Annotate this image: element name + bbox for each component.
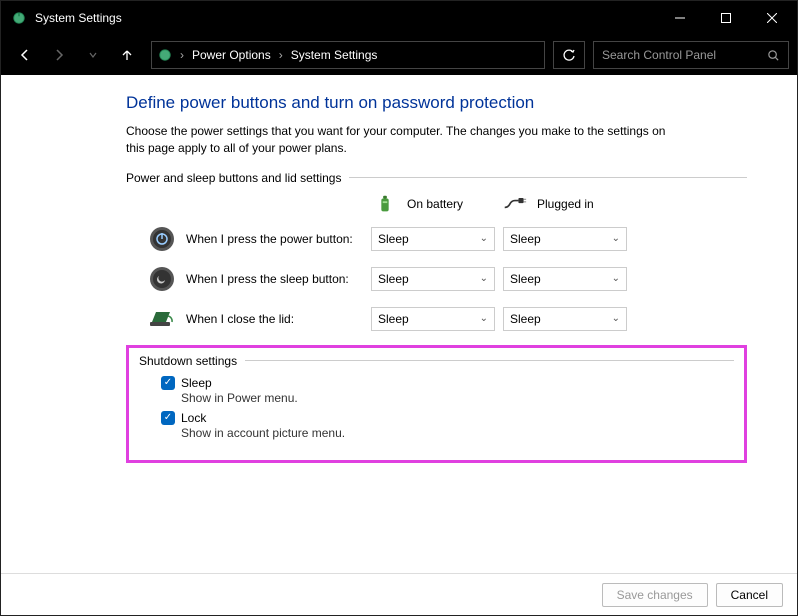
row-power-button: When I press the power button: Sleep⌄ Sl… <box>126 225 747 253</box>
combo-power-battery[interactable]: Sleep⌄ <box>371 227 495 251</box>
minimize-button[interactable] <box>657 1 703 35</box>
battery-icon <box>371 193 399 215</box>
row-close-lid: When I close the lid: Sleep⌄ Sleep⌄ <box>126 305 747 333</box>
page-description: Choose the power settings that you want … <box>126 123 686 157</box>
checkbox-label: Sleep <box>181 376 212 390</box>
maximize-button[interactable] <box>703 1 749 35</box>
check-row-sleep: ✓ Sleep Show in Power menu. <box>161 376 734 405</box>
nav-back-button[interactable] <box>9 40 41 70</box>
chevron-down-icon: ⌄ <box>480 233 488 244</box>
close-button[interactable] <box>749 1 795 35</box>
chevron-down-icon: ⌄ <box>612 313 620 324</box>
window-title: System Settings <box>35 11 122 25</box>
checkbox-desc: Show in Power menu. <box>181 391 734 405</box>
shutdown-settings-highlight: Shutdown settings ✓ Sleep Show in Power … <box>126 345 747 463</box>
breadcrumb-system-settings[interactable]: System Settings <box>291 48 378 62</box>
window-controls <box>657 1 795 35</box>
check-row-lock: ✓ Lock Show in account picture menu. <box>161 411 734 440</box>
breadcrumb-power-options[interactable]: Power Options <box>192 48 271 62</box>
section-shutdown-heading: Shutdown settings <box>139 354 734 368</box>
chevron-right-icon: › <box>174 48 190 62</box>
content-area: Define power buttons and turn on passwor… <box>1 75 797 573</box>
nav-up-button[interactable] <box>111 40 143 70</box>
search-input[interactable]: Search Control Panel <box>593 41 789 69</box>
page-title: Define power buttons and turn on passwor… <box>126 93 747 113</box>
column-headers: On battery Plugged in <box>371 193 747 215</box>
checkbox-lock[interactable]: ✓ <box>161 411 175 425</box>
titlebar: System Settings <box>1 1 797 35</box>
breadcrumb[interactable]: › Power Options › System Settings <box>151 41 545 69</box>
chevron-down-icon: ⌄ <box>612 233 620 244</box>
row-label: When I close the lid: <box>186 312 371 326</box>
row-label: When I press the power button: <box>186 232 371 246</box>
search-placeholder: Search Control Panel <box>602 48 767 62</box>
combo-sleep-plugged[interactable]: Sleep⌄ <box>503 267 627 291</box>
search-icon <box>767 49 780 62</box>
chevron-right-icon: › <box>273 48 289 62</box>
combo-lid-plugged[interactable]: Sleep⌄ <box>503 307 627 331</box>
row-sleep-button: When I press the sleep button: Sleep⌄ Sl… <box>126 265 747 293</box>
checkbox-label: Lock <box>181 411 206 425</box>
chevron-down-icon: ⌄ <box>612 273 620 284</box>
save-changes-button[interactable]: Save changes <box>602 583 708 607</box>
section-power-buttons-heading: Power and sleep buttons and lid settings <box>126 171 747 185</box>
combo-sleep-battery[interactable]: Sleep⌄ <box>371 267 495 291</box>
breadcrumb-icon <box>158 48 172 62</box>
cancel-button[interactable]: Cancel <box>716 583 783 607</box>
refresh-button[interactable] <box>553 41 585 69</box>
row-label: When I press the sleep button: <box>186 272 371 286</box>
sleep-button-icon <box>148 265 176 293</box>
chevron-down-icon: ⌄ <box>480 273 488 284</box>
nav-forward-button[interactable] <box>43 40 75 70</box>
chevron-down-icon: ⌄ <box>480 313 488 324</box>
footer: Save changes Cancel <box>1 573 797 615</box>
checkbox-sleep[interactable]: ✓ <box>161 376 175 390</box>
column-on-battery: On battery <box>371 193 501 215</box>
nav-recent-button[interactable] <box>77 40 109 70</box>
app-icon <box>11 10 27 26</box>
nav-bar: › Power Options › System Settings Search… <box>1 35 797 75</box>
power-button-icon <box>148 225 176 253</box>
combo-lid-battery[interactable]: Sleep⌄ <box>371 307 495 331</box>
laptop-lid-icon <box>148 305 176 333</box>
combo-power-plugged[interactable]: Sleep⌄ <box>503 227 627 251</box>
plug-icon <box>501 193 529 215</box>
column-plugged-in: Plugged in <box>501 193 631 215</box>
checkbox-desc: Show in account picture menu. <box>181 426 734 440</box>
system-settings-window: System Settings <box>0 0 798 616</box>
